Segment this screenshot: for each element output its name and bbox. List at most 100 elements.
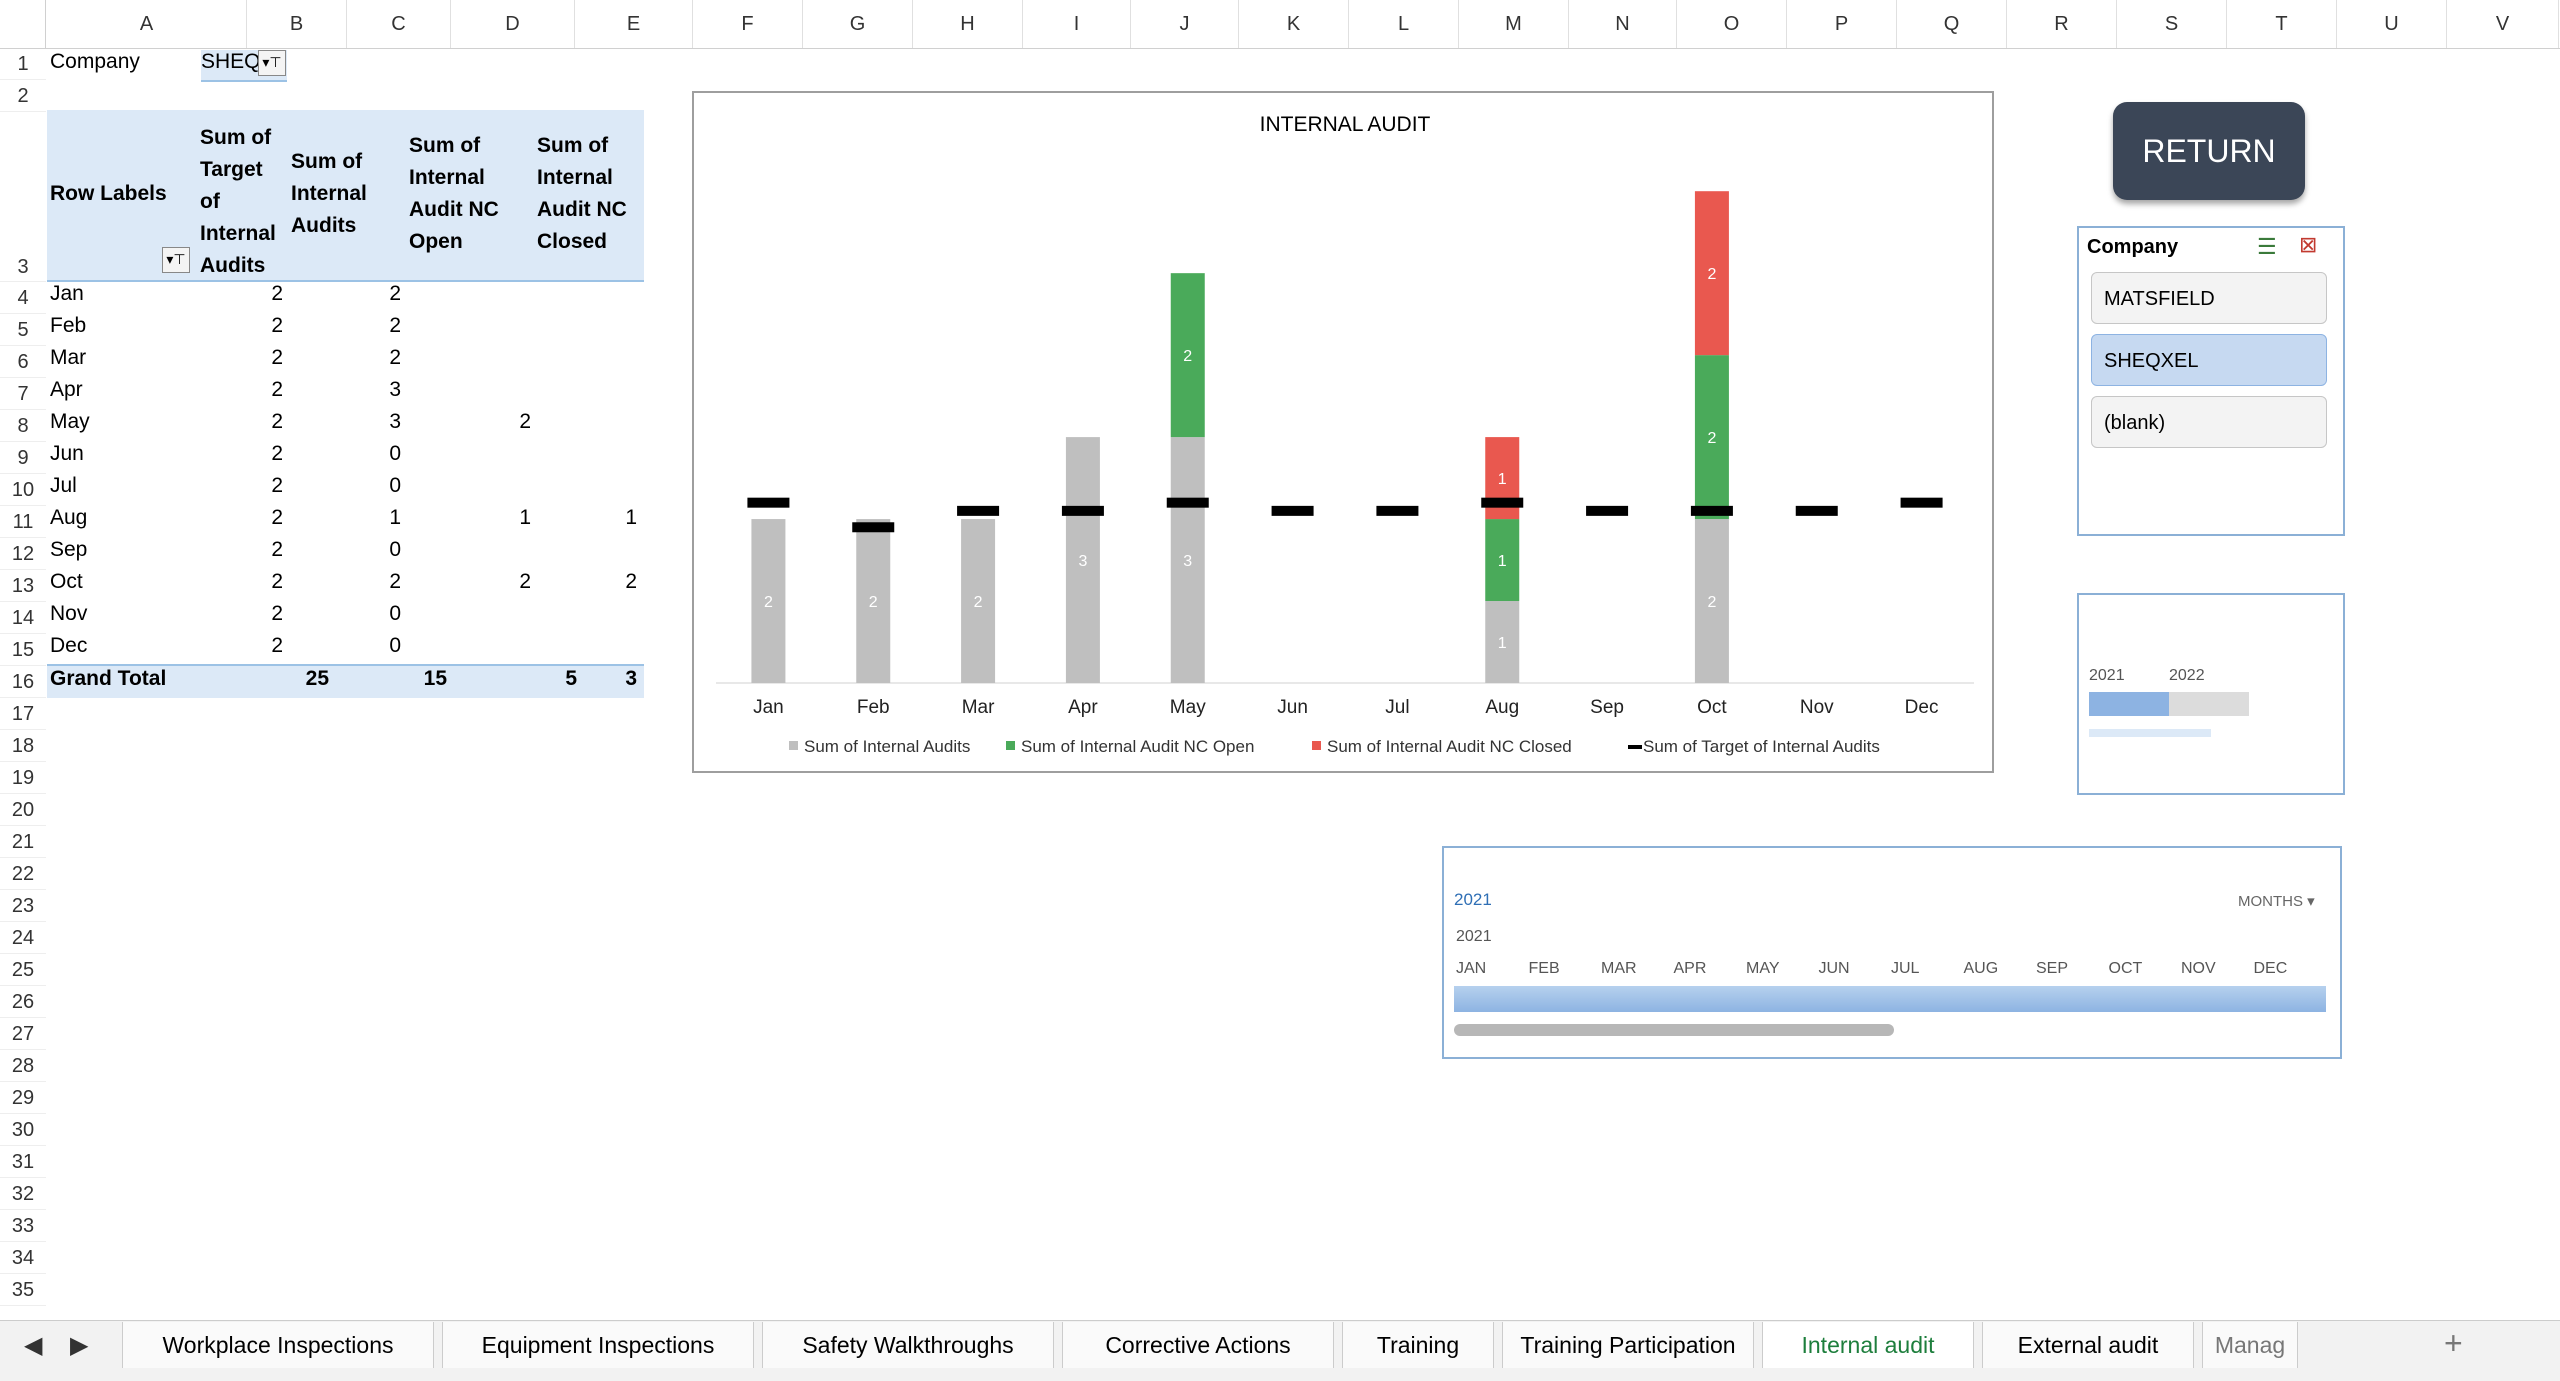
sheet-tab-corrective-actions[interactable]: Corrective Actions	[1062, 1322, 1334, 1368]
row-header-6[interactable]: 6	[0, 346, 46, 378]
row-header-3[interactable]: 3	[0, 112, 46, 282]
timeline-scrollbar[interactable]	[1454, 1024, 1894, 1036]
row-labels-filter-icon[interactable]: ▾⊤	[162, 247, 190, 273]
column-header-u[interactable]: U	[2337, 0, 2447, 48]
row-header-27[interactable]: 27	[0, 1018, 46, 1050]
row-header-20[interactable]: 20	[0, 794, 46, 826]
column-header-m[interactable]: M	[1459, 0, 1569, 48]
filter-dropdown-icon[interactable]: ▾⊤	[258, 50, 286, 76]
slicer-item-matsfield[interactable]: MATSFIELD	[2091, 272, 2327, 324]
timeline-month-jun[interactable]: JUN	[1819, 960, 1850, 978]
mini-year-bar-selected[interactable]	[2089, 692, 2169, 716]
slicer-item-blank[interactable]: (blank)	[2091, 396, 2327, 448]
column-header-r[interactable]: R	[2007, 0, 2117, 48]
row-header-8[interactable]: 8	[0, 410, 46, 442]
column-header-s[interactable]: S	[2117, 0, 2227, 48]
multi-select-icon[interactable]: ☰	[2257, 234, 2277, 260]
timeline-month-mar[interactable]: MAR	[1601, 960, 1637, 978]
sheet-tab-safety-walkthroughs[interactable]: Safety Walkthroughs	[762, 1322, 1054, 1368]
row-header-29[interactable]: 29	[0, 1082, 46, 1114]
mini-scrollbar[interactable]	[2089, 729, 2211, 737]
column-header-q[interactable]: Q	[1897, 0, 2007, 48]
timeline-month-feb[interactable]: FEB	[1529, 960, 1560, 978]
row-header-30[interactable]: 30	[0, 1114, 46, 1146]
row-header-23[interactable]: 23	[0, 890, 46, 922]
row-header-5[interactable]: 5	[0, 314, 46, 346]
sheet-tab-manag[interactable]: Manag	[2202, 1322, 2298, 1368]
row-header-35[interactable]: 35	[0, 1274, 46, 1306]
column-header-k[interactable]: K	[1239, 0, 1349, 48]
row-header-1[interactable]: 1	[0, 48, 46, 80]
row-header-21[interactable]: 21	[0, 826, 46, 858]
column-header-e[interactable]: E	[575, 0, 693, 48]
row-header-17[interactable]: 17	[0, 698, 46, 730]
slicer-item-sheqxel[interactable]: SHEQXEL	[2091, 334, 2327, 386]
row-header-19[interactable]: 19	[0, 762, 46, 794]
column-header-a[interactable]: A	[47, 0, 247, 48]
column-header-o[interactable]: O	[1677, 0, 1787, 48]
row-header-10[interactable]: 10	[0, 474, 46, 506]
select-all-corner[interactable]	[0, 0, 46, 48]
row-header-9[interactable]: 9	[0, 442, 46, 474]
column-header-j[interactable]: J	[1131, 0, 1239, 48]
row-header-24[interactable]: 24	[0, 922, 46, 954]
sheet-tab-internal-audit[interactable]: Internal audit	[1762, 1322, 1974, 1368]
row-header-28[interactable]: 28	[0, 1050, 46, 1082]
column-header-i[interactable]: I	[1023, 0, 1131, 48]
column-header-d[interactable]: D	[451, 0, 575, 48]
timeline-month-may[interactable]: MAY	[1746, 960, 1779, 978]
row-header-18[interactable]: 18	[0, 730, 46, 762]
timeline-level-select[interactable]: MONTHS ▾	[2238, 892, 2315, 910]
row-header-13[interactable]: 13	[0, 570, 46, 602]
column-header-l[interactable]: L	[1349, 0, 1459, 48]
row-header-34[interactable]: 34	[0, 1242, 46, 1274]
timeline-month-dec[interactable]: DEC	[2254, 960, 2288, 978]
sheet-tab-training[interactable]: Training	[1342, 1322, 1494, 1368]
sheet-tab-equipment-inspections[interactable]: Equipment Inspections	[442, 1322, 754, 1368]
row-header-12[interactable]: 12	[0, 538, 46, 570]
row-header-4[interactable]: 4	[0, 282, 46, 314]
row-header-15[interactable]: 15	[0, 634, 46, 666]
timeline-month-jan[interactable]: JAN	[1456, 960, 1486, 978]
timeline-month-sep[interactable]: SEP	[2036, 960, 2068, 978]
row-header-31[interactable]: 31	[0, 1146, 46, 1178]
grand-total-label: Grand Total	[50, 667, 167, 690]
column-header-v[interactable]: V	[2447, 0, 2559, 48]
timeline-selected-range[interactable]	[1454, 986, 2326, 1012]
row-header-2[interactable]: 2	[0, 80, 46, 112]
timeline-month-aug[interactable]: AUG	[1964, 960, 1999, 978]
sheet-tab-workplace-inspections[interactable]: Workplace Inspections	[122, 1322, 434, 1368]
timeline-month-apr[interactable]: APR	[1674, 960, 1707, 978]
column-header-n[interactable]: N	[1569, 0, 1677, 48]
sheet-tab-training-participation[interactable]: Training Participation	[1502, 1322, 1754, 1368]
row-header-26[interactable]: 26	[0, 986, 46, 1018]
column-header-f[interactable]: F	[693, 0, 803, 48]
row-header-7[interactable]: 7	[0, 378, 46, 410]
row-header-33[interactable]: 33	[0, 1210, 46, 1242]
sheet-tab-external-audit[interactable]: External audit	[1982, 1322, 2194, 1368]
scroll-left-icon[interactable]: ◀	[24, 1331, 42, 1360]
row-header-11[interactable]: 11	[0, 506, 46, 538]
row-header-25[interactable]: 25	[0, 954, 46, 986]
column-header-t[interactable]: T	[2227, 0, 2337, 48]
timeline-month-oct[interactable]: OCT	[2109, 960, 2143, 978]
internal-audit-chart[interactable]: INTERNAL AUDIT 2 Jan 2 Feb 2 Mar 3 Apr 3 2 May Jun Ju…	[692, 91, 1994, 773]
clear-filter-icon[interactable]: ⊠	[2299, 232, 2317, 258]
column-header-p[interactable]: P	[1787, 0, 1897, 48]
return-button[interactable]: RETURN	[2113, 102, 2305, 200]
row-header-16[interactable]: 16	[0, 666, 46, 698]
column-header-b[interactable]: B	[247, 0, 347, 48]
column-header-c[interactable]: C	[347, 0, 451, 48]
mini-year-bar[interactable]	[2169, 692, 2249, 716]
row-header-32[interactable]: 32	[0, 1178, 46, 1210]
scroll-right-icon[interactable]: ▶	[70, 1331, 88, 1360]
row-header-22[interactable]: 22	[0, 858, 46, 890]
x-tick-label: Jun	[1277, 697, 1308, 718]
add-sheet-icon[interactable]: +	[2444, 1325, 2463, 1362]
filter-value[interactable]: SHEQ	[201, 50, 261, 74]
column-header-g[interactable]: G	[803, 0, 913, 48]
row-header-14[interactable]: 14	[0, 602, 46, 634]
timeline-month-jul[interactable]: JUL	[1891, 960, 1919, 978]
timeline-month-nov[interactable]: NOV	[2181, 960, 2216, 978]
column-header-h[interactable]: H	[913, 0, 1023, 48]
